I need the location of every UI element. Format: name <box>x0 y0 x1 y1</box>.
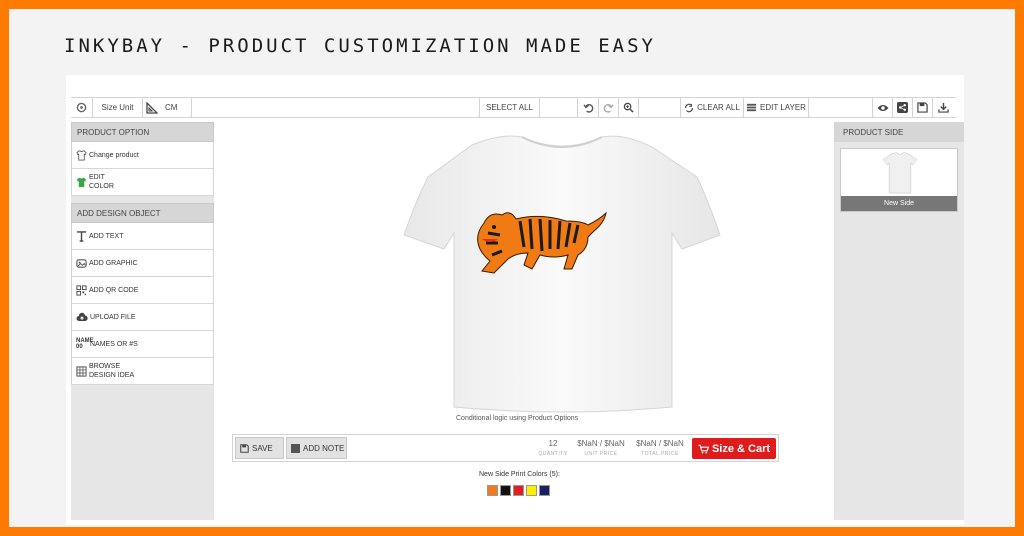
add-graphic-item[interactable]: ADD GRAPHIC <box>71 250 214 277</box>
toolbar-spacer-4 <box>809 98 873 117</box>
select-all-button[interactable]: SELECT ALL <box>480 98 540 117</box>
settings-icon <box>76 102 87 113</box>
names-numbers-item[interactable]: NAME 00 NAMES OR #S <box>71 331 214 358</box>
add-graphic-label: ADD GRAPHIC <box>89 259 138 267</box>
toolbar-spacer-2 <box>540 98 578 117</box>
clear-all-label: CLEAR ALL <box>697 103 740 112</box>
edit-color-label: EDIT COLOR <box>89 174 114 190</box>
total-price-stat: $NaN / $NaN TOTAL PRICE <box>631 439 689 457</box>
swatch-red <box>513 485 524 496</box>
swatch-orange <box>487 485 498 496</box>
preview-button[interactable] <box>873 98 893 117</box>
edit-layer-label: EDIT LAYER <box>760 103 806 112</box>
unit-price-stat: $NaN / $NaN UNIT PRICE <box>573 439 629 457</box>
layers-icon <box>746 103 757 112</box>
refresh-icon <box>685 103 694 112</box>
change-product-label: Change product <box>89 151 139 159</box>
right-sidebar: PRODUCT SIDE New Side <box>834 122 964 520</box>
eye-icon <box>877 104 888 111</box>
settings-button[interactable] <box>71 98 93 117</box>
redo-icon <box>603 104 614 113</box>
page-headline: INKYBAY - PRODUCT CUSTOMIZATION MADE EAS… <box>64 35 656 57</box>
ruler-triangle-icon <box>146 101 158 114</box>
total-price-label: TOTAL PRICE <box>641 451 679 457</box>
add-note-button[interactable]: ADD NOTE <box>286 437 347 459</box>
upload-cloud-icon <box>76 312 88 321</box>
graphic-icon <box>76 258 87 268</box>
tiger-graphic[interactable] <box>470 203 610 279</box>
upload-file-item[interactable]: UPLOAD FILE <box>71 304 214 331</box>
download-button[interactable] <box>933 98 953 117</box>
share-button[interactable] <box>893 98 913 117</box>
unit-price-value: $NaN / $NaN <box>577 439 625 448</box>
side-thumbnail-new-side[interactable]: New Side <box>840 148 958 212</box>
clear-all-button[interactable]: CLEAR ALL <box>681 98 744 117</box>
left-sidebar: PRODUCT OPTION Change product EDIT COLOR… <box>71 122 214 520</box>
zoom-in-icon <box>623 102 634 113</box>
swatch-navy <box>539 485 550 496</box>
unit-selector[interactable]: CM <box>143 98 192 117</box>
qr-code-icon <box>76 284 87 296</box>
upload-file-label: UPLOAD FILE <box>90 313 136 321</box>
share-icon <box>897 102 908 113</box>
undo-button[interactable] <box>578 98 599 117</box>
add-qr-code-label: ADD QR CODE <box>89 286 139 294</box>
designer-panel: Size Unit CM SELECT ALL CLEAR ALL EDIT L… <box>66 75 964 525</box>
floppy-disk-icon <box>917 102 928 113</box>
add-text-label: ADD TEXT <box>89 232 124 240</box>
canvas-caption: Conditional logic using Product Options <box>456 415 579 422</box>
size-cart-button[interactable]: Size & Cart <box>692 438 776 459</box>
names-numbers-label: NAMES OR #S <box>90 340 138 348</box>
add-qr-code-item[interactable]: ADD QR CODE <box>71 277 214 304</box>
quantity-value: 12 <box>548 439 558 448</box>
edit-layer-button[interactable]: EDIT LAYER <box>744 98 809 117</box>
browse-design-idea-label: BROWSE DESIGN IDEA <box>89 363 135 379</box>
swatch-black <box>500 485 511 496</box>
unit-value: CM <box>165 103 178 112</box>
total-price-value: $NaN / $NaN <box>636 439 684 448</box>
add-text-item[interactable]: ADD TEXT <box>71 223 214 250</box>
swatch-yellow <box>526 485 537 496</box>
floppy-save-icon <box>240 443 249 453</box>
download-icon <box>937 102 949 113</box>
save-label: SAVE <box>252 443 273 453</box>
save-button[interactable]: SAVE <box>235 437 284 459</box>
add-note-label: ADD NOTE <box>303 443 345 453</box>
print-color-swatches <box>487 485 550 496</box>
quantity-stat: 12 QUANTITY <box>533 439 573 457</box>
size-cart-label: Size & Cart <box>711 442 771 455</box>
page-frame: INKYBAY - PRODUCT CUSTOMIZATION MADE EAS… <box>9 9 1015 527</box>
browse-grid-icon <box>76 365 87 377</box>
green-shirt-icon <box>76 177 87 187</box>
browse-design-idea-item[interactable]: BROWSE DESIGN IDEA <box>71 358 214 385</box>
designer-toolbar: Size Unit CM SELECT ALL CLEAR ALL EDIT L… <box>71 97 956 118</box>
edit-color-item[interactable]: EDIT COLOR <box>71 169 214 196</box>
print-colors-label: New Side Print Colors (5): <box>479 471 560 478</box>
design-canvas[interactable]: Conditional logic using Product Options <box>232 125 892 485</box>
size-unit-label: Size Unit <box>93 98 143 117</box>
note-icon <box>291 443 300 453</box>
tshirt-thumbnail <box>882 152 918 194</box>
shirt-outline-icon <box>76 150 87 160</box>
side-name-label: New Side <box>841 196 957 211</box>
product-option-header: PRODUCT OPTION <box>71 122 214 142</box>
cart-icon <box>698 444 709 453</box>
toolbar-spacer-3 <box>639 98 681 117</box>
names-numbers-icon: NAME 00 <box>76 338 94 350</box>
zoom-button[interactable] <box>619 98 639 117</box>
text-icon <box>76 230 87 242</box>
redo-button[interactable] <box>599 98 619 117</box>
undo-icon <box>582 104 593 113</box>
bottom-action-bar: SAVE ADD NOTE 12 QUANTITY $NaN / $NaN UN… <box>232 434 779 462</box>
product-side-header: PRODUCT SIDE <box>834 122 964 142</box>
quantity-label: QUANTITY <box>538 451 568 457</box>
toolbar-spacer <box>192 98 480 117</box>
save-icon-button[interactable] <box>913 98 933 117</box>
change-product-item[interactable]: Change product <box>71 142 214 169</box>
add-design-header: ADD DESIGN OBJECT <box>71 203 214 223</box>
unit-price-label: UNIT PRICE <box>584 451 618 457</box>
